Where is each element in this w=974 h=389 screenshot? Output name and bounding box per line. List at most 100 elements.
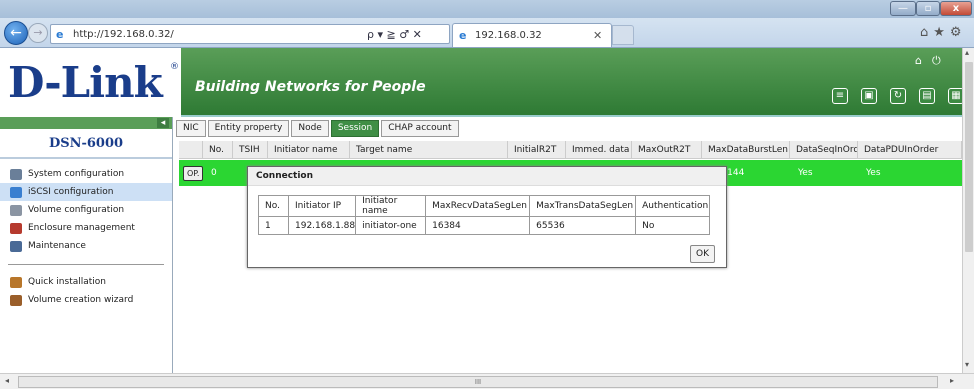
- horizontal-scroll-thumb[interactable]: III: [18, 376, 938, 388]
- tab-close-icon[interactable]: ✕: [593, 29, 602, 42]
- sidebar-item-label: Quick installation: [28, 277, 107, 287]
- sidebar-item[interactable]: iSCSI configuration: [0, 183, 172, 201]
- main-menu: System configuration iSCSI configuration V…: [0, 159, 172, 255]
- sidebar-item[interactable]: Volume creation wizard: [0, 291, 172, 309]
- dialog-cell: No: [635, 216, 711, 235]
- table-cell: 0: [211, 168, 217, 178]
- dialog-column-header: MaxRecvDataSegLen: [425, 195, 531, 217]
- tab-session[interactable]: Session: [330, 120, 380, 137]
- logo-box: D-Link ®: [0, 48, 181, 117]
- collapse-icon[interactable]: ◂: [157, 118, 169, 128]
- home-banner-icon[interactable]: ⌂: [915, 54, 932, 67]
- sidebar-item-label: Volume creation wizard: [28, 295, 134, 305]
- system-config-icon: [10, 168, 22, 180]
- favorites-icon[interactable]: ★: [933, 25, 950, 40]
- close-window-button[interactable]: x: [940, 1, 972, 16]
- session-table-header: No. TSIH Initiator name Target name InitialR…: [179, 141, 962, 159]
- table-cell: Yes: [866, 168, 881, 178]
- sidebar-item[interactable]: Volume configuration: [0, 201, 172, 219]
- refresh-icon[interactable]: ↻: [890, 88, 906, 104]
- maximize-button[interactable]: ▫: [916, 1, 940, 16]
- sidebar: ◂ DSN-6000 System configuration iSCSI con…: [0, 117, 173, 373]
- save-icon[interactable]: ▤: [919, 88, 935, 104]
- monitor-icon[interactable]: ▣: [861, 88, 877, 104]
- sidebar-item[interactable]: Quick installation: [0, 273, 172, 291]
- sidebar-item-label: iSCSI configuration: [28, 187, 114, 197]
- op-button[interactable]: OP.: [183, 166, 203, 181]
- dialog-column-header: Initiator name: [355, 195, 427, 217]
- back-button[interactable]: ←: [4, 21, 28, 45]
- tab-nic[interactable]: NIC: [176, 120, 206, 137]
- dialog-column-header: Initiator IP: [287, 195, 357, 217]
- sidebar-item-label: System configuration: [28, 169, 125, 179]
- horizontal-scrollbar[interactable]: ◂ III ▸: [0, 373, 974, 389]
- dlink-logo: D-Link: [8, 58, 163, 107]
- registered-mark: ®: [170, 62, 179, 72]
- banner-tool-icons: ≡ ▣ ↻ ▤ ▦: [832, 88, 974, 104]
- dialog-column-header: No.: [258, 195, 289, 217]
- scroll-down-icon[interactable]: ▾: [965, 360, 969, 369]
- ok-button[interactable]: OK: [690, 245, 715, 263]
- table-cell: Yes: [798, 168, 813, 178]
- sidebar-item[interactable]: Maintenance: [0, 237, 172, 255]
- browser-tab[interactable]: e 192.168.0.32 ✕: [452, 23, 612, 47]
- vertical-scrollbar[interactable]: ▴ ▾: [962, 48, 974, 373]
- tagline: Building Networks for People: [195, 79, 426, 95]
- dialog-table-header: No. Initiator IP Initiator name MaxRecvData…: [258, 195, 711, 217]
- dialog-cell: 1: [258, 216, 289, 235]
- column-header: No.: [203, 141, 233, 159]
- minimize-button[interactable]: —: [890, 1, 916, 16]
- tab-chap-account[interactable]: CHAP account: [381, 120, 459, 137]
- column-header: Initiator name: [268, 141, 350, 159]
- wizard-icon: [10, 294, 22, 306]
- disk-icon[interactable]: ≡: [832, 88, 848, 104]
- ie-icon: e: [56, 28, 64, 41]
- table-cell: OP.: [179, 160, 203, 186]
- address-bar[interactable]: e http://192.168.0.32/ ρ ▾ ≧ ♂ ✕: [50, 24, 450, 44]
- scroll-up-icon[interactable]: ▴: [965, 48, 969, 57]
- sidebar-item[interactable]: System configuration: [0, 165, 172, 183]
- iscsi-config-icon: [10, 186, 22, 198]
- home-icon[interactable]: ⌂: [920, 25, 933, 40]
- banner-top-icons[interactable]: ⌂⏻: [915, 54, 951, 68]
- column-header: TSIH: [233, 141, 268, 159]
- column-header: DataSeqInOrder: [790, 141, 858, 159]
- dialog-column-header: Authentication: [635, 195, 711, 217]
- gear-icon[interactable]: ⚙: [950, 25, 967, 40]
- sidebar-item-label: Maintenance: [28, 241, 86, 251]
- sidebar-item-label: Volume configuration: [28, 205, 125, 215]
- dialog-column-header: MaxTransDataSegLen: [529, 195, 637, 217]
- volume-config-icon: [10, 204, 22, 216]
- dialog-cell: 16384: [425, 216, 531, 235]
- dialog-cell: 65536: [529, 216, 637, 235]
- connection-table: No. Initiator IP Initiator name MaxRecvData…: [258, 195, 711, 235]
- address-tools[interactable]: ρ ▾ ≧ ♂ ✕: [367, 28, 422, 41]
- browser-nav-bar: ← → e http://192.168.0.32/ ρ ▾ ≧ ♂ ✕ e 1…: [0, 18, 974, 48]
- scroll-right-icon[interactable]: ▸: [950, 376, 954, 385]
- column-header: MaxDataBurstLen: [702, 141, 790, 159]
- dialog-title: Connection: [248, 167, 726, 186]
- tab-node[interactable]: Node: [291, 120, 329, 137]
- sidebar-item[interactable]: Enclosure management: [0, 219, 172, 237]
- device-title: DSN-6000: [0, 129, 172, 159]
- sidebar-header: ◂: [0, 117, 172, 129]
- tab-title: 192.168.0.32: [475, 30, 542, 41]
- scroll-left-icon[interactable]: ◂: [5, 376, 9, 385]
- menu-divider: [8, 264, 164, 265]
- extra-menu: Quick installation Volume creation wizard: [0, 273, 172, 309]
- column-header: [179, 141, 203, 159]
- tab-entity-property[interactable]: Entity property: [207, 120, 290, 137]
- logout-icon[interactable]: ⏻: [932, 54, 951, 67]
- vertical-scroll-thumb[interactable]: [965, 62, 973, 252]
- column-header: InitialR2T: [508, 141, 566, 159]
- forward-button[interactable]: →: [28, 23, 48, 43]
- url-text: http://192.168.0.32/: [73, 29, 174, 40]
- browser-toolbar-icons[interactable]: ⌂★⚙: [920, 25, 967, 40]
- iscsi-tabs: NIC Entity property Node Session CHAP accoun…: [176, 120, 461, 137]
- tab-ie-icon: e: [459, 29, 467, 42]
- column-header: DataPDUInOrder: [858, 141, 962, 159]
- sidebar-item-label: Enclosure management: [28, 223, 135, 233]
- enclosure-icon: [10, 222, 22, 234]
- dialog-cell: 192.168.1.88: [287, 216, 357, 235]
- new-tab-button[interactable]: [612, 25, 634, 45]
